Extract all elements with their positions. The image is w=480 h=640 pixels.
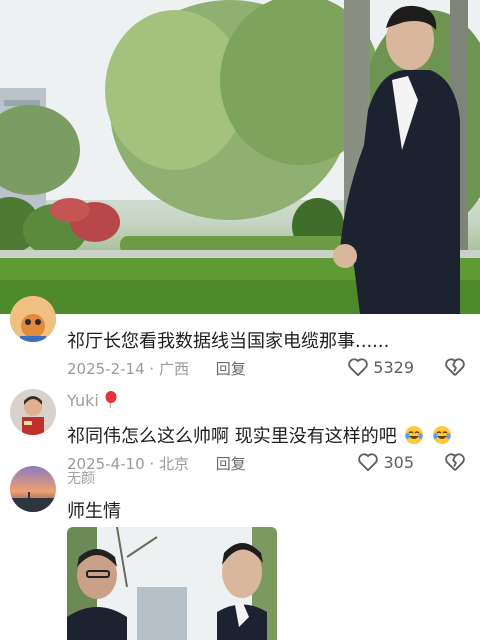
- hero-photo: [0, 0, 480, 314]
- avatar[interactable]: [10, 466, 56, 512]
- reply-button[interactable]: 回复: [216, 455, 246, 473]
- like-button[interactable]: 5329: [347, 357, 414, 377]
- like-count: 305: [383, 452, 414, 472]
- comment-text: 祁厅长您看我数据线当国家电缆那事......: [67, 331, 390, 352]
- comment-location: 北京: [158, 455, 189, 473]
- broken-heart-icon: [445, 358, 465, 376]
- avatar[interactable]: [10, 389, 56, 435]
- heart-outline-icon: [348, 358, 369, 377]
- dislike-button[interactable]: [444, 357, 466, 377]
- broken-heart-icon: [445, 453, 465, 471]
- crying-laughing-emoji: [433, 426, 452, 444]
- crying-laughing-emoji: [405, 426, 424, 444]
- avatar[interactable]: [10, 296, 56, 342]
- username[interactable]: Yuki: [67, 391, 118, 410]
- heart-outline-icon: [358, 453, 379, 472]
- comment-image[interactable]: [67, 527, 277, 640]
- red-balloon-icon: [105, 391, 117, 409]
- comment-text: 师生情: [67, 501, 121, 522]
- comment-meta: 2025-2-14 · 广西 回复: [67, 360, 246, 378]
- comment-date: 2025-2-14: [67, 360, 145, 378]
- comment-location: 广西: [158, 360, 189, 378]
- comment-text: 祁同伟怎么这么帅啊 现实里没有这样的吧: [67, 422, 452, 448]
- like-count: 5329: [373, 357, 414, 377]
- like-button[interactable]: 305: [357, 452, 414, 472]
- username[interactable]: 无颜: [67, 468, 95, 488]
- dislike-button[interactable]: [444, 452, 466, 472]
- reply-button[interactable]: 回复: [216, 360, 246, 378]
